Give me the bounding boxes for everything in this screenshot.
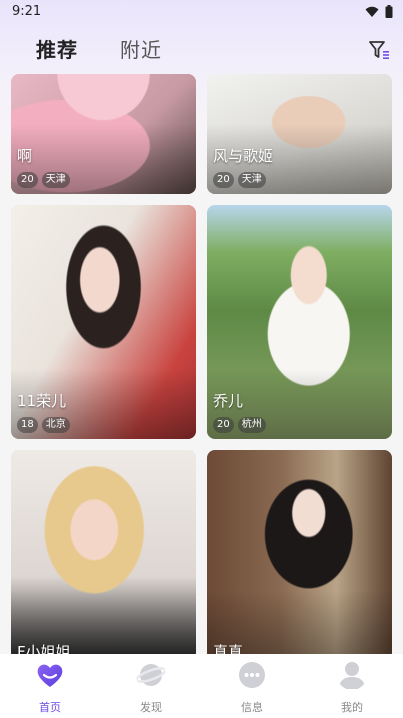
profile-meta: 20 天津: [213, 172, 266, 188]
age-badge: 18: [17, 417, 38, 433]
battery-icon: [385, 5, 393, 18]
profile-meta: 20 天津: [17, 172, 70, 188]
tab-recommend[interactable]: 推荐: [36, 34, 78, 63]
profile-card[interactable]: F小姐姐: [11, 450, 196, 654]
planet-icon: [135, 664, 167, 686]
age-badge: 20: [213, 172, 234, 188]
nav-home[interactable]: 首页: [10, 660, 90, 715]
profile-card[interactable]: 风与歌姬 20 天津: [207, 74, 392, 194]
nav-label: 首页: [39, 701, 61, 714]
profile-meta: 18 北京: [17, 417, 70, 433]
profile-card[interactable]: 乔儿 20 杭州: [207, 205, 392, 439]
profile-name: 乔儿: [213, 392, 244, 410]
profile-meta: 20 杭州: [213, 417, 266, 433]
top-tabs: 推荐 附近: [0, 30, 403, 70]
city-badge: 杭州: [237, 417, 266, 433]
profile-name: F小姐姐: [17, 643, 71, 654]
profile-card[interactable]: 11荣儿 18 北京: [11, 205, 196, 439]
profile-card[interactable]: 啊 20 天津: [11, 74, 196, 194]
city-badge: 天津: [237, 172, 266, 188]
age-badge: 20: [17, 172, 38, 188]
profile-name: 啊: [17, 147, 33, 165]
profile-name: 11荣儿: [17, 392, 67, 410]
tab-nearby[interactable]: 附近: [120, 34, 162, 63]
profile-name: 风与歌姬: [213, 147, 274, 165]
age-badge: 20: [213, 417, 234, 433]
nav-label: 信息: [241, 701, 263, 714]
heart-icon: [37, 664, 63, 687]
city-badge: 天津: [41, 172, 70, 188]
profile-card[interactable]: 真真: [207, 450, 392, 654]
bottom-nav: 首页 发现 信息 我的: [0, 654, 403, 718]
status-bar: 9:21: [0, 0, 403, 24]
nav-discover[interactable]: 发现: [111, 660, 191, 715]
nav-messages[interactable]: 信息: [212, 660, 292, 715]
nav-label: 我的: [341, 701, 363, 714]
profile-name: 真真: [213, 643, 244, 654]
chat-icon: [239, 662, 265, 688]
nav-profile[interactable]: 我的: [312, 660, 392, 715]
filter-icon[interactable]: [367, 38, 391, 62]
city-badge: 北京: [41, 417, 70, 433]
profile-grid: 啊 20 天津 风与歌姬 20 天津 11荣儿 18 北京 乔儿 20 杭州 F…: [0, 74, 403, 654]
nav-label: 发现: [140, 701, 162, 714]
user-icon: [339, 662, 365, 689]
system-icons: [365, 5, 393, 18]
wifi-icon: [365, 6, 379, 17]
status-time: 9:21: [12, 4, 42, 19]
